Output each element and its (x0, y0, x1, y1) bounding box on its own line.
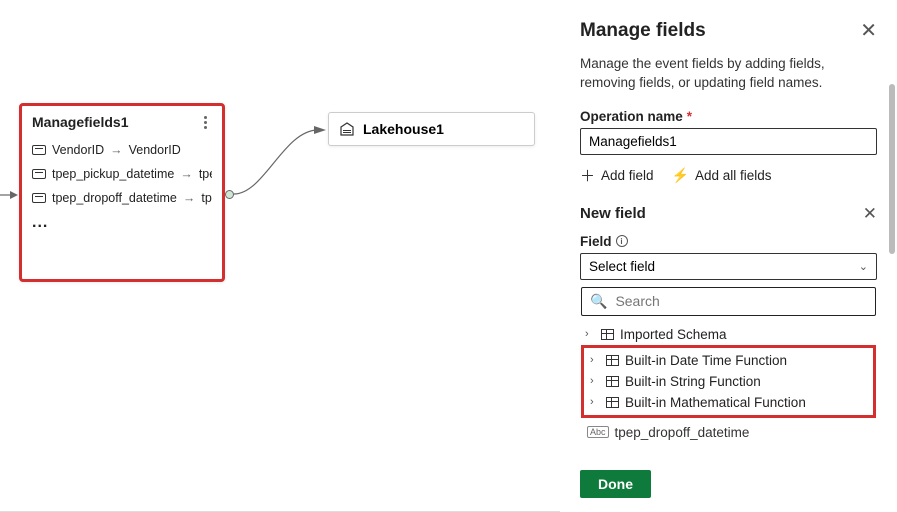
add-field-button[interactable]: ＋ Add field (580, 165, 654, 186)
table-icon (606, 376, 619, 387)
arrow-icon: → (183, 191, 196, 205)
operation-name-input[interactable] (580, 128, 877, 155)
chevron-right-icon: › (590, 354, 600, 366)
tree-item-math[interactable]: › Built-in Mathematical Function (588, 392, 869, 413)
canvas-area[interactable]: Managefields1 VendorID → VendorID tpep_p… (0, 0, 560, 512)
search-input-wrapper[interactable]: 🔍 (581, 287, 876, 316)
field-mapping-row: tpep_dropoff_datetime → tp (32, 186, 212, 210)
node-title: Managefields1 (32, 114, 128, 130)
field-mapping-row: tpep_pickup_datetime → tpe (32, 162, 212, 186)
more-indicator: ... (32, 210, 212, 236)
lightning-icon: ⚡ (672, 167, 689, 184)
add-all-fields-button[interactable]: ⚡ Add all fields (672, 165, 772, 186)
managefields-node[interactable]: Managefields1 VendorID → VendorID tpep_p… (19, 103, 225, 282)
builtin-functions-group: › Built-in Date Time Function › Built-in… (581, 345, 876, 418)
operation-name-label: Operation name* (580, 109, 877, 124)
result-item[interactable]: Abc tpep_dropoff_datetime (581, 422, 876, 443)
new-field-heading: New field (580, 205, 646, 222)
node-menu-icon[interactable] (198, 116, 212, 129)
search-input[interactable] (615, 293, 867, 309)
lakehouse-icon (339, 121, 355, 137)
field-select[interactable]: Select field ⌄ (580, 253, 877, 280)
tree-item-string[interactable]: › Built-in String Function (588, 371, 869, 392)
close-icon[interactable]: ✕ (860, 18, 877, 43)
scrollbar[interactable] (889, 84, 895, 254)
tree-item-datetime[interactable]: › Built-in Date Time Function (588, 350, 869, 371)
text-type-icon: Abc (587, 426, 609, 438)
chevron-right-icon: › (590, 396, 600, 408)
done-button[interactable]: Done (580, 470, 651, 498)
chevron-right-icon: › (590, 375, 600, 387)
close-new-field-icon[interactable]: ✕ (863, 204, 877, 224)
field-type-icon (32, 169, 46, 179)
table-icon (606, 397, 619, 408)
chevron-down-icon: ⌄ (859, 260, 868, 273)
tree-item-imported-schema[interactable]: › Imported Schema (581, 324, 876, 345)
field-dropdown: 🔍 › Imported Schema › Built-in Date Time… (580, 286, 877, 444)
field-label: Field i (580, 234, 877, 249)
panel-description: Manage the event fields by adding fields… (580, 55, 877, 93)
arrow-icon: → (110, 143, 123, 157)
chevron-right-icon: › (585, 328, 595, 340)
arrow-icon: → (180, 167, 193, 181)
panel-title: Manage fields (580, 20, 706, 42)
search-icon: 🔍 (590, 293, 607, 310)
table-icon (601, 329, 614, 340)
field-mapping-row: VendorID → VendorID (32, 138, 212, 162)
table-icon (606, 355, 619, 366)
lakehouse-node[interactable]: Lakehouse1 (328, 112, 535, 146)
plus-icon: ＋ (580, 165, 595, 186)
field-type-icon (32, 145, 46, 155)
info-icon[interactable]: i (616, 235, 628, 247)
manage-fields-panel: Manage fields ✕ Manage the event fields … (560, 0, 897, 512)
output-port[interactable] (225, 190, 234, 199)
lakehouse-title: Lakehouse1 (363, 121, 444, 137)
field-type-icon (32, 193, 46, 203)
